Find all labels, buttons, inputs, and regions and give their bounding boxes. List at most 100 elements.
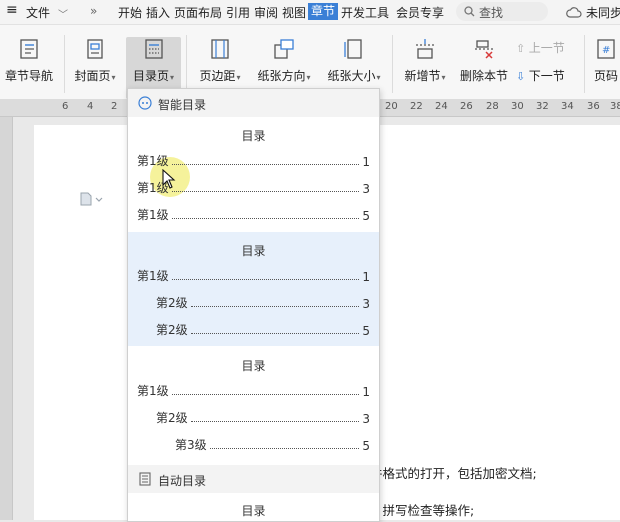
dot-leader [171,279,360,280]
dot-leader [171,218,360,219]
prev-section-label: 上一节 [528,41,565,55]
ruler-tick: 30 [511,101,524,112]
toc-template-1[interactable]: 目录 第1级 1 第1级 3 第1级 5 [128,117,379,232]
toc-entry-label: 第1级 [137,208,169,222]
orientation-label: 纸张方向 [257,69,306,83]
menu-review[interactable]: 审阅 [254,4,278,21]
document-line: 、拼写检查等操作; [370,503,475,518]
menu-home[interactable]: 开始 [118,4,142,21]
dot-leader [171,164,360,165]
page-number-icon: # [597,39,615,59]
menu-developer-tools[interactable]: 开发工具 [341,4,389,21]
cloud-sync-icon[interactable] [566,6,582,18]
ruler-tick: 6 [62,101,69,112]
add-section-icon [416,39,434,59]
toc-template-3[interactable]: 目录 第1级 1 第2级 3 第3级 5 [128,346,379,464]
smart-toc-header: 智能目录 [128,89,379,117]
auto-toc-icon [139,472,151,486]
ruler-tick: 28 [486,101,499,112]
chevron-down-icon: ▾ [441,73,446,82]
vertical-ruler[interactable] [0,117,13,520]
toc-entry: 第3级 5 [175,437,370,453]
chapter-nav-icon [20,39,38,59]
chevron-down-icon: ▾ [170,73,175,82]
ruler-tick: 34 [561,101,574,112]
cover-page-label: 封面页 [74,69,111,83]
toc-template-2[interactable]: 目录 第1级 1 第2级 3 第2级 5 [128,232,379,346]
delete-section-icon [475,40,493,59]
paper-size-icon [344,39,362,59]
menu-file[interactable]: 文件 [26,4,50,21]
smart-toc-icon [138,96,152,110]
prev-section-button[interactable]: ⇧ 上一节 [516,39,565,56]
toc-entry: 第1级 5 [137,207,370,223]
page-number-button[interactable]: # 页码 [591,37,620,84]
toc-entry-page: 3 [362,182,370,196]
auto-toc-template[interactable]: 目录 [128,493,379,521]
dot-leader [171,394,360,395]
ribbon-divider [64,35,65,93]
margins-icon [211,39,229,59]
toc-entry-label: 第2级 [156,296,188,310]
sync-status[interactable]: 未同步 [586,4,620,21]
next-section-button[interactable]: ⇩ 下一节 [516,67,565,84]
paragraph-handle-icon[interactable] [80,192,104,206]
auto-toc-label: 自动目录 [158,474,207,488]
chapter-nav-button[interactable]: 章节导航 [4,37,54,84]
ruler-tick: 36 [587,101,600,112]
toc-entry-label: 第1级 [137,154,169,168]
delete-section-button[interactable]: 删除本节 [458,37,510,84]
add-section-label: 新增节 [404,69,441,83]
ruler-tick: 24 [435,101,448,112]
toc-template-title: 目录 [241,129,266,143]
toc-entry-label: 第2级 [156,411,188,425]
paper-size-button[interactable]: 纸张大小▾ [323,37,385,84]
toc-entry-page: 3 [362,412,370,426]
ruler-tick: 38 [610,101,620,112]
ruler-tick: 20 [385,101,398,112]
hamburger-menu-icon[interactable]: ≡ [6,2,18,18]
auto-toc-header: 自动目录 [128,465,379,493]
search-label: 查找 [479,6,504,20]
chevron-down-icon: ▾ [236,73,241,82]
arrow-up-icon: ⇧ [516,42,529,55]
add-section-button[interactable]: 新增节▾ [399,37,451,84]
menu-member[interactable]: 会员专享 [396,4,444,21]
toc-entry: 第2级 3 [156,410,370,426]
dot-leader [209,448,360,449]
toc-entry-page: 5 [362,324,370,338]
toc-entry-page: 5 [362,439,370,453]
dot-leader [190,333,360,334]
toc-dropdown-panel: 智能目录 目录 第1级 1 第1级 3 第1级 5 目录 第1级 1 第2级 3 第2级 5… [127,88,380,522]
orientation-button[interactable]: 纸张方向▾ [253,37,315,84]
toc-template-title: 目录 [241,244,266,258]
menu-chapter[interactable]: 章节 [308,3,339,20]
toc-page-icon [144,39,163,59]
toc-entry: 第2级 5 [156,322,370,338]
toc-entry-label: 第3级 [175,438,207,452]
toc-entry-page: 5 [362,209,370,223]
margins-button[interactable]: 页边距▾ [194,37,246,84]
document-line: 件格式的打开，包括加密文档; [370,466,537,481]
margins-label: 页边距 [199,69,236,83]
toc-entry: 第1级 1 [137,153,370,169]
chevron-down-icon[interactable]: ﹀ [58,6,68,21]
dot-leader [190,306,360,307]
toc-entry: 第1级 1 [137,268,370,284]
ruler-tick: 4 [87,101,94,112]
chevron-down-icon: ▾ [376,73,381,82]
toc-entry-page: 1 [362,270,370,284]
paper-size-label: 纸张大小 [327,69,376,83]
chevron-down-icon: ▾ [111,73,116,82]
search-box[interactable]: 查找 [456,2,548,21]
menu-view[interactable]: 视图 [282,4,306,21]
menu-insert[interactable]: 插入 [146,4,170,21]
arrow-down-icon: ⇩ [516,70,529,83]
more-tabs-icon[interactable]: » [90,4,97,18]
ruler-tick: 26 [460,101,473,112]
search-icon [464,6,475,17]
toc-template-title: 目录 [241,359,266,373]
cover-page-button[interactable]: 封面页▾ [70,37,120,84]
menu-page-layout[interactable]: 页面布局 [174,4,222,21]
menu-references[interactable]: 引用 [226,4,250,21]
